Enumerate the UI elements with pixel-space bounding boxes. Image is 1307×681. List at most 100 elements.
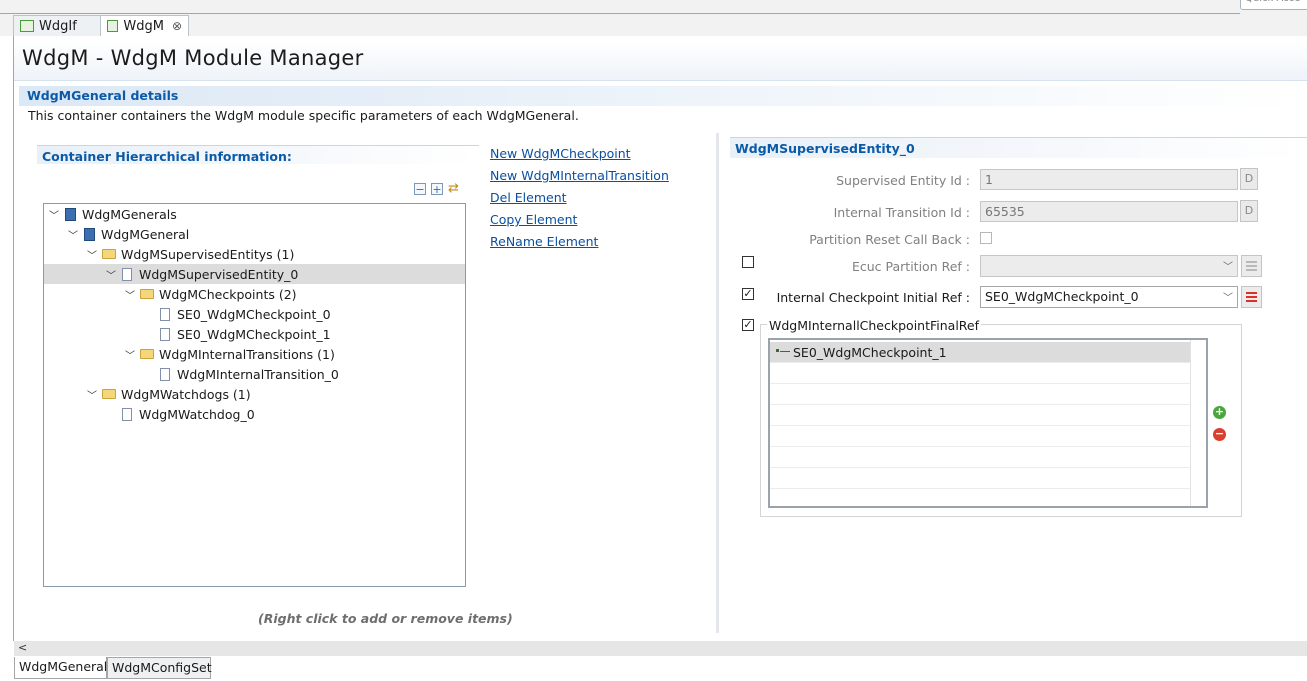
table-cell: SE0_WdgMCheckpoint_1 — [793, 345, 947, 360]
reference-icon — [776, 349, 779, 352]
tab-wdgm-configset[interactable]: WdgMConfigSet — [107, 657, 212, 679]
page-title: WdgM - WdgM Module Manager — [22, 46, 364, 70]
initial-ref-combo[interactable]: SE0_WdgMCheckpoint_0 ﹀ — [980, 286, 1238, 308]
folder-icon — [140, 349, 154, 359]
tree-node[interactable]: SE0_WdgMCheckpoint_1 — [156, 324, 331, 344]
tree-node-label: SE0_WdgMCheckpoint_0 — [177, 306, 331, 322]
file-icon — [122, 407, 132, 421]
hierarchy-tree[interactable]: ﹀ WdgMGenerals ﹀ WdgMGeneral ﹀ WdgMSuper… — [43, 203, 466, 587]
default-button[interactable]: D — [1240, 200, 1258, 222]
final-ref-label: WdgMInternallCheckpointFinalRef — [767, 318, 982, 333]
list-select-button[interactable] — [1241, 286, 1262, 308]
file-icon — [160, 367, 170, 381]
new-internal-transition-link[interactable]: New WdgMInternalTransition — [490, 168, 669, 183]
module-icon — [84, 227, 95, 241]
chevron-down-icon: ﹀ — [1223, 262, 1233, 273]
close-icon[interactable]: ⊗ — [172, 19, 182, 33]
partition-reset-checkbox[interactable] — [980, 232, 992, 244]
table-row[interactable] — [770, 426, 1190, 447]
chevron-down-icon[interactable]: ﹀ — [47, 207, 61, 222]
list-icon — [1246, 261, 1257, 263]
quick-access-field[interactable]: Quick Acce — [1240, 0, 1307, 10]
editor-tab-bar — [0, 0, 1307, 36]
table-row[interactable] — [770, 363, 1190, 384]
chevron-down-icon[interactable]: ﹀ — [85, 247, 99, 262]
new-checkpoint-link[interactable]: New WdgMCheckpoint — [490, 146, 631, 161]
tree-node-label: WdgMGeneral — [101, 226, 190, 242]
table-row[interactable]: SE0_WdgMCheckpoint_1 — [770, 342, 1190, 363]
tree-node-label: WdgMInternalTransitions (1) — [159, 346, 335, 362]
editor-icon — [20, 20, 34, 32]
delete-element-link[interactable]: Del Element — [490, 190, 567, 205]
tree-node-selected[interactable]: ﹀ WdgMSupervisedEntity_0 — [44, 264, 465, 284]
tree-node[interactable]: ﹀ WdgMWatchdogs (1) — [85, 384, 251, 404]
tree-hint: (Right click to add or remove items) — [258, 611, 513, 626]
section-header — [19, 86, 1307, 106]
list-icon — [1246, 300, 1257, 302]
list-icon — [1246, 296, 1257, 298]
file-icon — [160, 307, 170, 321]
default-button[interactable]: D — [1240, 168, 1258, 190]
supervised-entity-id-field[interactable]: 1 — [980, 169, 1238, 190]
tree-node[interactable]: ﹀ WdgMSupervisedEntitys (1) — [85, 244, 294, 264]
module-icon — [65, 207, 76, 221]
tab-wdgif[interactable]: WdgIf — [13, 15, 101, 36]
tree-node[interactable]: WdgMInternalTransition_0 — [156, 364, 339, 384]
rename-element-link[interactable]: ReName Element — [490, 234, 598, 249]
tree-node[interactable]: ﹀ WdgMInternalTransitions (1) — [123, 344, 335, 364]
copy-element-link[interactable]: Copy Element — [490, 212, 577, 227]
table-row[interactable] — [770, 468, 1190, 489]
link-with-editor-icon[interactable]: ⇄ — [448, 181, 459, 196]
toolbar-divider — [0, 13, 1240, 14]
folder-icon — [140, 289, 154, 299]
chevron-down-icon[interactable]: ﹀ — [104, 267, 118, 282]
combo-value: SE0_WdgMCheckpoint_0 — [985, 289, 1139, 304]
tree-node-label: WdgMCheckpoints (2) — [159, 286, 297, 302]
table-row[interactable] — [770, 384, 1190, 405]
list-icon — [1246, 265, 1257, 267]
editor-icon — [107, 20, 119, 32]
tab-label: WdgIf — [39, 18, 77, 34]
tab-wdgm-general[interactable]: WdgMGeneral — [14, 657, 107, 679]
tree-node[interactable]: SE0_WdgMCheckpoint_0 — [156, 304, 331, 324]
tree-node-label: WdgMWatchdog_0 — [139, 406, 255, 422]
chevron-down-icon: ﹀ — [1223, 293, 1233, 304]
table-row[interactable] — [770, 405, 1190, 426]
tree-node[interactable]: ﹀ WdgMGeneral — [66, 224, 189, 244]
file-icon — [122, 267, 132, 281]
table-row[interactable] — [770, 447, 1190, 468]
tree-node[interactable]: ﹀ WdgMGenerals — [47, 204, 177, 224]
folder-icon — [102, 389, 116, 399]
tab-wdgm[interactable]: WdgM ⊗ — [100, 15, 189, 36]
tree-node[interactable]: WdgMWatchdog_0 — [118, 404, 255, 424]
internal-transition-id-label: Internal Transition Id : — [833, 205, 970, 220]
section-description: This container containers the WdgM modul… — [28, 108, 579, 123]
final-ref-enable-checkbox[interactable]: ✓ — [742, 319, 754, 331]
remove-icon[interactable]: − — [1213, 428, 1226, 441]
details-title: WdgMSupervisedEntity_0 — [735, 141, 915, 156]
list-select-button[interactable] — [1241, 255, 1262, 277]
chevron-down-icon[interactable]: ﹀ — [66, 227, 80, 242]
tree-node-label: WdgMSupervisedEntitys (1) — [121, 246, 295, 262]
section-title: WdgMGeneral details — [27, 88, 179, 103]
tree-node[interactable]: ﹀ WdgMCheckpoints (2) — [123, 284, 297, 304]
add-icon[interactable]: + — [1213, 406, 1226, 419]
expand-all-icon[interactable]: + — [431, 183, 443, 195]
ecuc-partition-ref-label: Ecuc Partition Ref : — [851, 259, 970, 274]
ecuc-partition-ref-combo[interactable]: ﹀ — [980, 255, 1238, 277]
scroll-left-icon[interactable]: < — [18, 641, 27, 654]
file-icon — [160, 327, 170, 341]
tree-node-label: WdgMWatchdogs (1) — [121, 386, 251, 402]
collapse-all-icon[interactable]: − — [414, 183, 426, 195]
tree-node-label: WdgMInternalTransition_0 — [177, 366, 339, 382]
internal-transition-id-field[interactable]: 65535 — [980, 201, 1238, 222]
supervised-entity-id-label: Supervised Entity Id : — [836, 173, 970, 188]
chevron-down-icon[interactable]: ﹀ — [123, 287, 137, 302]
tree-node-label: SE0_WdgMCheckpoint_1 — [177, 326, 331, 342]
folder-icon — [102, 249, 116, 259]
hierarchy-title: Container Hierarchical information: — [42, 149, 292, 164]
horizontal-scrollbar[interactable] — [14, 641, 1307, 656]
final-ref-table[interactable]: SE0_WdgMCheckpoint_1 — [768, 338, 1208, 508]
chevron-down-icon[interactable]: ﹀ — [85, 387, 99, 402]
chevron-down-icon[interactable]: ﹀ — [123, 347, 137, 362]
